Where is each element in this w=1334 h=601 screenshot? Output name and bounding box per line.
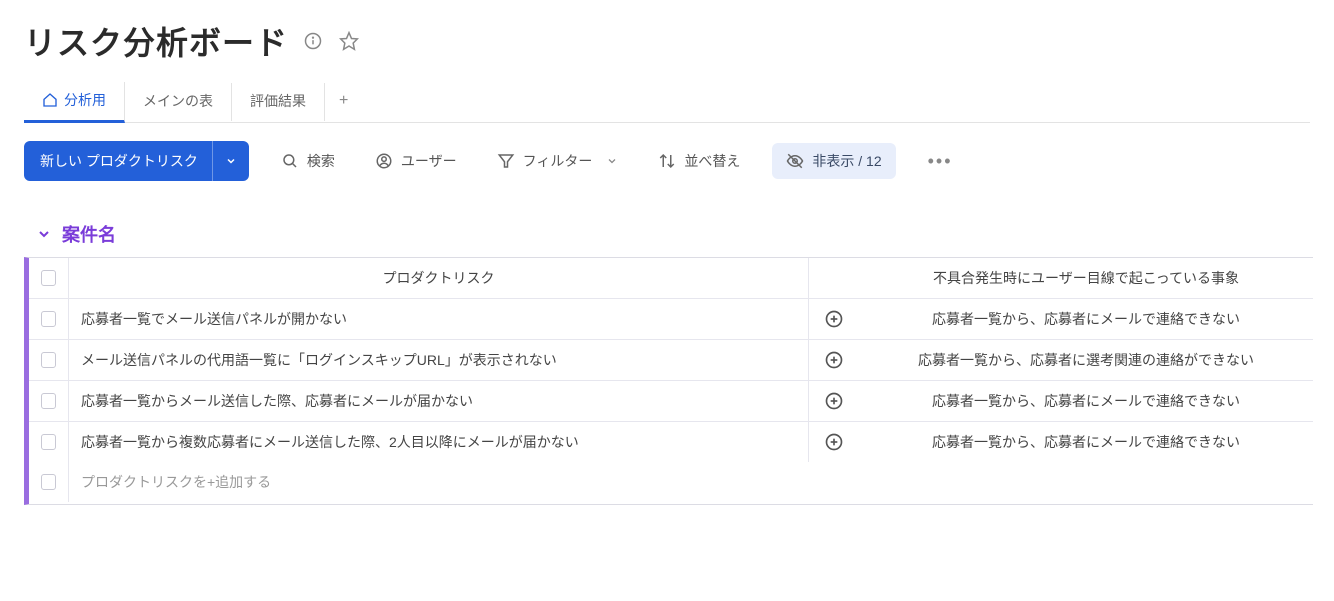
hidden-label: 非表示 / 12 — [812, 151, 881, 171]
eye-off-icon — [786, 152, 804, 170]
filter-label: フィルター — [523, 151, 593, 171]
tab-label: 評価結果 — [250, 91, 306, 111]
search-icon — [281, 152, 299, 170]
tab-analysis[interactable]: 分析用 — [24, 82, 125, 123]
filter-icon — [497, 152, 515, 170]
row-checkbox[interactable] — [29, 381, 69, 421]
more-options-button[interactable]: ••• — [920, 147, 961, 176]
hidden-columns-button[interactable]: 非表示 / 12 — [772, 143, 895, 179]
home-icon — [42, 92, 58, 108]
expand-row-button[interactable] — [809, 422, 859, 462]
toolbar: 新しい プロダクトリスク 検索 ユーザー フィルター — [24, 141, 1310, 181]
sort-button[interactable]: 並べ替え — [650, 145, 748, 177]
empty-cell — [859, 462, 1313, 504]
phenomenon-cell[interactable]: 応募者一覧から、応募者にメールで連絡できない — [859, 381, 1313, 421]
star-icon[interactable] — [338, 30, 360, 52]
filter-button[interactable]: フィルター — [489, 145, 627, 177]
risk-cell[interactable]: 応募者一覧でメール送信パネルが開かない — [69, 299, 809, 339]
tab-evaluation[interactable]: 評価結果 — [232, 83, 325, 121]
page-title: リスク分析ボード — [24, 18, 288, 64]
phenomenon-cell[interactable]: 応募者一覧から、応募者にメールで連絡できない — [859, 422, 1313, 462]
search-label: 検索 — [307, 151, 335, 171]
risk-cell[interactable]: メール送信パネルの代用語一覧に「ログインスキップURL」が表示されない — [69, 340, 809, 380]
tab-label: メインの表 — [143, 91, 213, 111]
chevron-down-icon — [36, 226, 52, 242]
expand-row-button[interactable] — [809, 381, 859, 421]
expand-row-button[interactable] — [809, 299, 859, 339]
phenomenon-cell[interactable]: 応募者一覧から、応募者にメールで連絡できない — [859, 299, 1313, 339]
expand-row-button[interactable] — [809, 340, 859, 380]
column-header-risk[interactable]: プロダクトリスク — [69, 258, 809, 298]
phenomenon-cell[interactable]: 応募者一覧から、応募者に選考関連の連絡ができない — [859, 340, 1313, 380]
risk-cell[interactable]: 応募者一覧からメール送信した際、応募者にメールが届かない — [69, 381, 809, 421]
column-header-expand — [809, 258, 859, 298]
add-tab-button[interactable]: + — [325, 84, 362, 120]
row-checkbox[interactable] — [29, 422, 69, 462]
risk-cell[interactable]: 応募者一覧から複数応募者にメール送信した際、2人目以降にメールが届かない — [69, 422, 809, 462]
sort-label: 並べ替え — [684, 151, 740, 171]
risk-table: プロダクトリスク 応募者一覧でメール送信パネルが開かないメール送信パネルの代用語… — [24, 257, 1310, 505]
user-label: ユーザー — [401, 151, 457, 171]
select-all-checkbox[interactable] — [29, 258, 69, 298]
tab-main-table[interactable]: メインの表 — [125, 83, 232, 121]
add-risk-row[interactable]: プロダクトリスクを+追加する — [69, 462, 859, 502]
chevron-down-icon — [606, 155, 618, 167]
chevron-down-icon — [225, 155, 237, 167]
column-header-phenomenon[interactable]: 不具合発生時にユーザー目線で起こっている事象 — [859, 258, 1313, 298]
tabs: 分析用 メインの表 評価結果 + — [24, 82, 1310, 123]
row-checkbox[interactable] — [29, 462, 69, 502]
row-checkbox[interactable] — [29, 340, 69, 380]
new-product-risk-dropdown[interactable] — [212, 141, 249, 181]
info-icon[interactable] — [302, 30, 324, 52]
group-header[interactable]: 案件名 — [36, 221, 1310, 247]
user-filter-button[interactable]: ユーザー — [367, 145, 465, 177]
search-button[interactable]: 検索 — [273, 145, 343, 177]
group-title: 案件名 — [62, 221, 116, 247]
user-icon — [375, 152, 393, 170]
tab-label: 分析用 — [64, 90, 106, 110]
button-label: 新しい プロダクトリスク — [40, 151, 198, 171]
sort-icon — [658, 152, 676, 170]
new-product-risk-button[interactable]: 新しい プロダクトリスク — [24, 141, 249, 181]
row-checkbox[interactable] — [29, 299, 69, 339]
